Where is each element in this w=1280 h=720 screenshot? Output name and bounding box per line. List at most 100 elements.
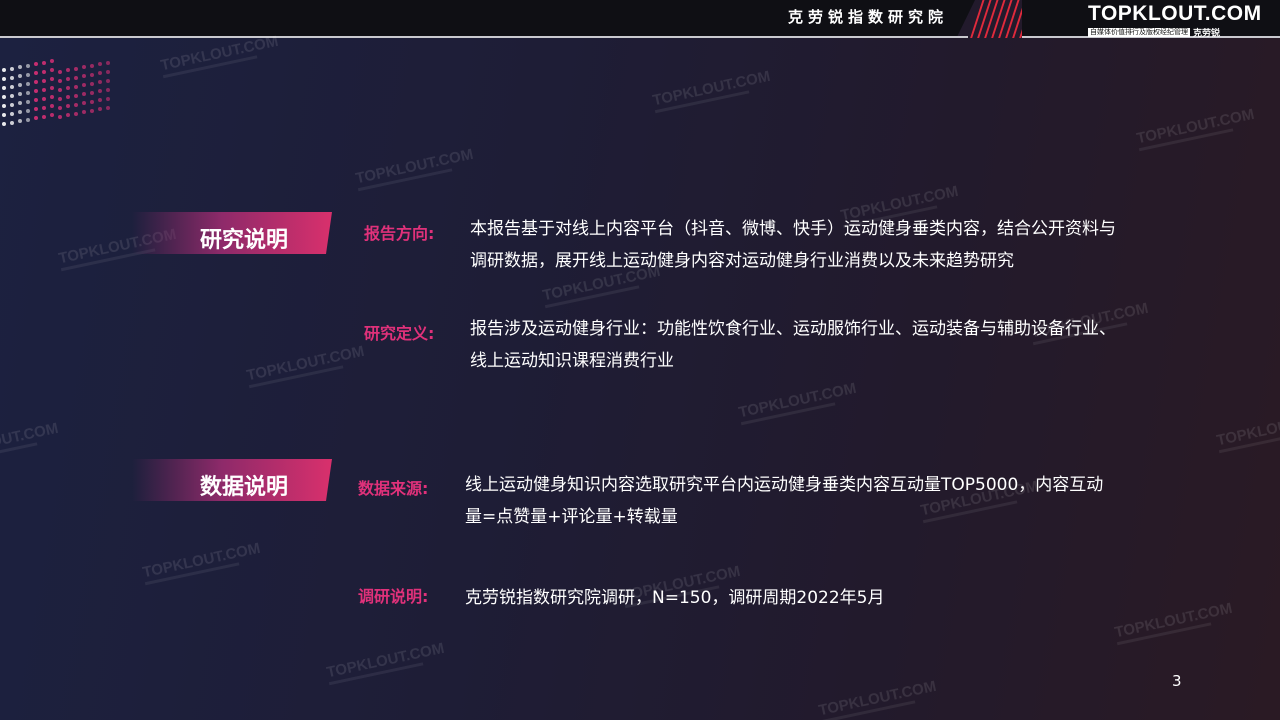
decoration-dot <box>74 94 78 98</box>
decoration-dot <box>50 59 54 63</box>
decoration-dot <box>26 118 30 122</box>
watermark: TOPKLOUT.COM <box>1135 106 1256 151</box>
decoration-dot <box>18 110 22 114</box>
logo-tagline-row: 自媒体价值排行及版权经纪管理 克劳锐 <box>1088 26 1220 39</box>
data-source-label: 数据来源: <box>358 479 429 498</box>
research-definition-text: 报告涉及运动健身行业：功能性饮食行业、运动服饰行业、运动装备与辅助设备行业、线上… <box>470 319 1116 371</box>
dots-decoration <box>0 59 130 150</box>
watermark: TOPKLOUT.COM <box>0 420 61 465</box>
decoration-dot <box>50 86 54 90</box>
decoration-dot <box>82 101 86 105</box>
decoration-dot <box>98 89 102 93</box>
decoration-dot <box>42 70 46 74</box>
decoration-dot <box>2 86 6 90</box>
decoration-dot <box>90 91 94 95</box>
decoration-dot <box>106 88 110 92</box>
decoration-dot <box>82 92 86 96</box>
decoration-dot <box>2 77 6 81</box>
decoration-dot <box>82 65 86 69</box>
decoration-dot <box>2 113 6 117</box>
decoration-dot <box>42 79 46 83</box>
decoration-dot <box>50 77 54 81</box>
watermark: TOPKLOUT.COM <box>141 540 262 585</box>
watermark: TOPKLOUT.COM <box>354 146 475 191</box>
decoration-dot <box>42 106 46 110</box>
brand-logo: TOPKLOUT.COM 自媒体价值排行及版权经纪管理 克劳锐 <box>1022 0 1280 39</box>
decoration-dot <box>90 109 94 113</box>
decoration-dot <box>34 80 38 84</box>
header-divider <box>0 36 968 38</box>
watermark: TOPKLOUT.COM <box>325 640 446 685</box>
page-number: 3 <box>1172 672 1182 690</box>
decoration-dot <box>98 71 102 75</box>
decoration-dot <box>90 100 94 104</box>
decoration-dot <box>82 83 86 87</box>
decoration-dot <box>66 77 70 81</box>
decoration-dot <box>2 68 6 72</box>
decoration-dot <box>74 76 78 80</box>
decoration-dot <box>58 70 62 74</box>
decoration-dot <box>58 88 62 92</box>
decoration-dot <box>18 101 22 105</box>
decoration-dot <box>10 103 14 107</box>
report-direction-text: 本报告基于对线上内容平台（抖音、微博、快手）运动健身垂类内容，结合公开资料与调研… <box>470 219 1116 271</box>
decoration-dot <box>90 82 94 86</box>
decoration-dot <box>106 61 110 65</box>
decoration-dot <box>18 74 22 78</box>
decoration-dot <box>2 122 6 126</box>
decoration-dot <box>106 106 110 110</box>
watermark: TOPKLOUT.COM <box>1113 600 1234 645</box>
decoration-dot <box>42 97 46 101</box>
decoration-dot <box>74 112 78 116</box>
decoration-dot <box>66 86 70 90</box>
decoration-dot <box>58 106 62 110</box>
decoration-dot <box>90 64 94 68</box>
header-title: 克劳锐指数研究院 <box>787 8 948 26</box>
decoration-dot <box>98 107 102 111</box>
decoration-dot <box>74 67 78 71</box>
decoration-dot <box>26 64 30 68</box>
watermark: TOPKLOUT.COM <box>1215 408 1280 453</box>
decoration-dot <box>50 95 54 99</box>
decoration-dot <box>10 85 14 89</box>
survey-description-text: 克劳锐指数研究院调研，N=150，调研周期2022年5月 <box>465 588 885 608</box>
decoration-dot <box>66 104 70 108</box>
decoration-dot <box>90 73 94 77</box>
decoration-dot <box>10 112 14 116</box>
decoration-dot <box>26 109 30 113</box>
decoration-dot <box>18 92 22 96</box>
decoration-dot <box>10 94 14 98</box>
watermark: TOPKLOUT.COM <box>817 678 938 720</box>
logo-tagline: 自媒体价值排行及版权经纪管理 <box>1088 28 1190 37</box>
decoration-dot <box>58 97 62 101</box>
decoration-dot <box>74 103 78 107</box>
survey-description-label: 调研说明: <box>358 587 429 606</box>
decoration-dot <box>98 80 102 84</box>
decoration-dot <box>66 113 70 117</box>
data-source-text: 线上运动健身知识内容选取研究平台内运动健身垂类内容互动量TOP5000，内容互动… <box>465 475 1104 527</box>
watermark: TOPKLOUT.COM <box>651 68 772 113</box>
decoration-dot <box>74 85 78 89</box>
decoration-dot <box>98 98 102 102</box>
decoration-dot <box>18 119 22 123</box>
watermark: TOPKLOUT.COM <box>737 380 858 425</box>
decoration-dot <box>50 113 54 117</box>
decoration-dot <box>98 62 102 66</box>
decoration-dot <box>10 67 14 71</box>
decoration-dot <box>2 95 6 99</box>
decoration-dot <box>82 74 86 78</box>
header-stripes-decoration <box>968 0 1028 38</box>
research-definition-label: 研究定义: <box>364 324 435 343</box>
report-direction-label: 报告方向: <box>364 224 435 243</box>
header-bar: 克劳锐指数研究院 TOPKLOUT.COM 自媒体价值排行及版权经纪管理 克劳锐 <box>0 0 1280 40</box>
data-section-tag: 数据说明 <box>200 475 289 500</box>
decoration-dot <box>26 73 30 77</box>
decoration-dot <box>2 104 6 108</box>
decoration-dot <box>18 65 22 69</box>
decoration-dot <box>42 88 46 92</box>
decoration-dot <box>106 79 110 83</box>
decoration-dot <box>34 89 38 93</box>
decoration-dot <box>50 104 54 108</box>
logo-wordmark: TOPKLOUT.COM <box>1088 2 1262 25</box>
decoration-dot <box>50 68 54 72</box>
